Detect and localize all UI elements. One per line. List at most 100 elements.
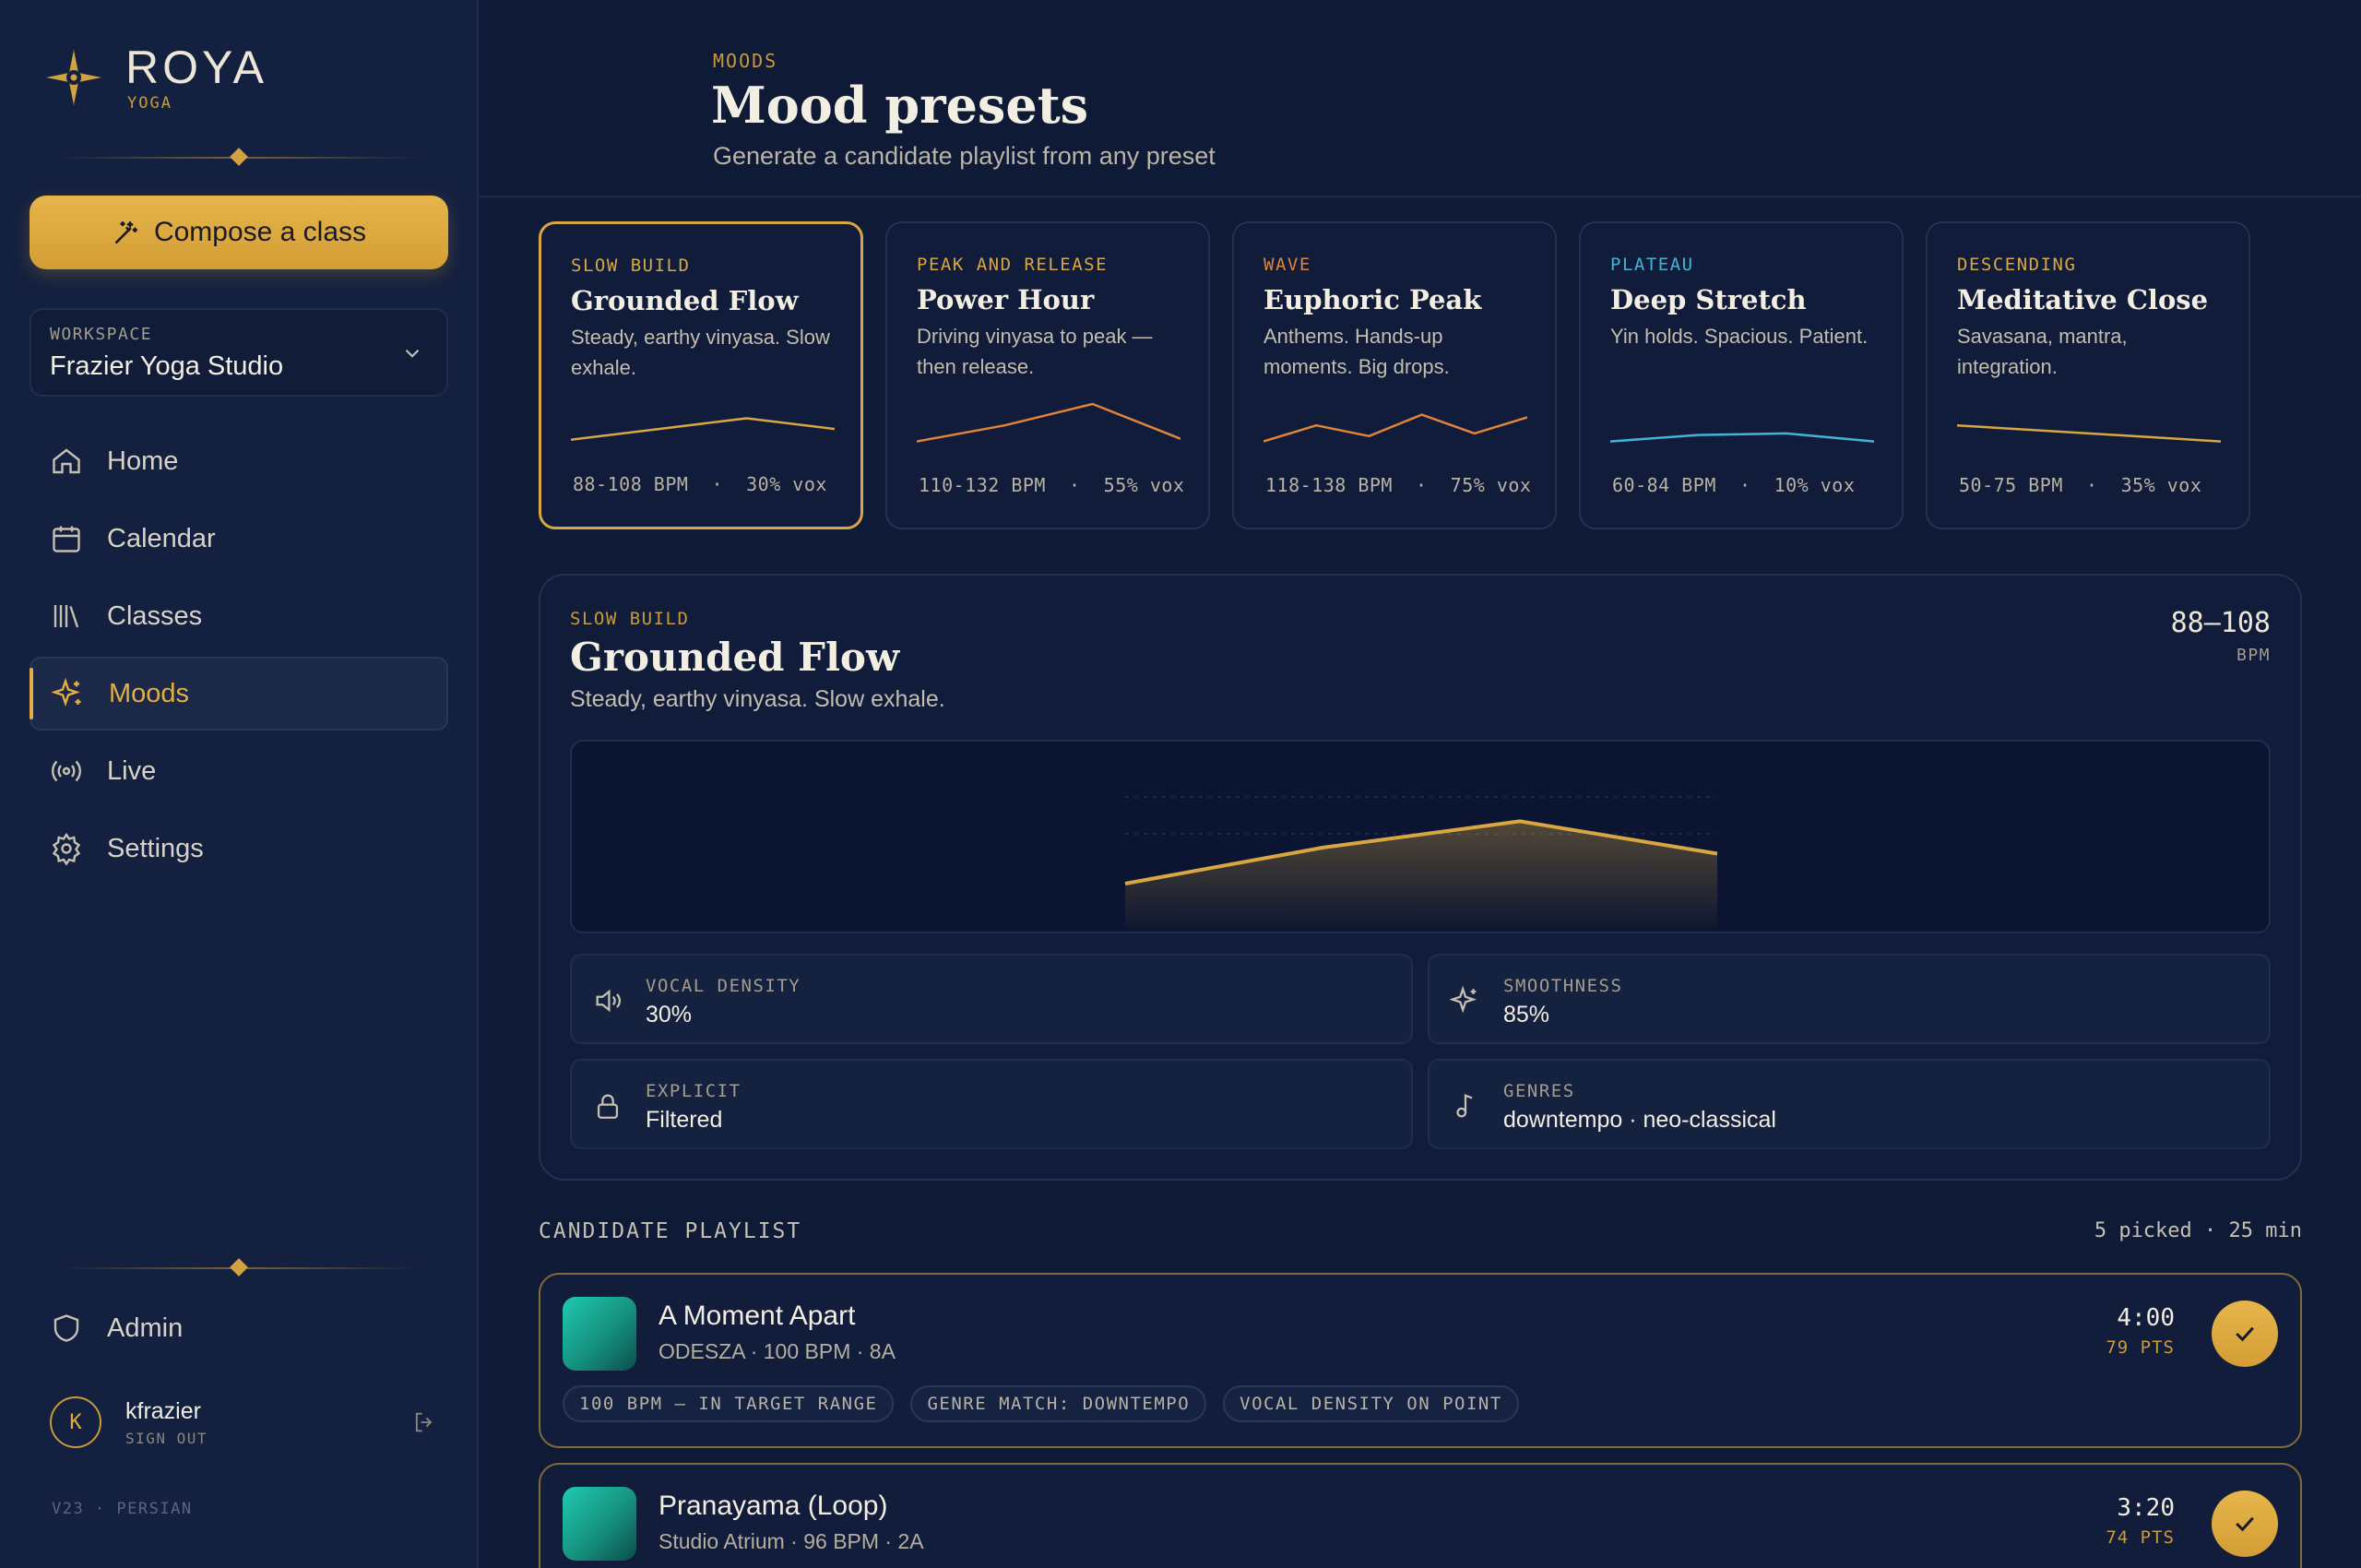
- preset-card-euphoric-peak[interactable]: WAVE Euphoric Peak Anthems. Hands-up mom…: [1232, 221, 1557, 529]
- version-label: V23 · PERSIAN: [52, 1500, 193, 1518]
- nav-label: Calendar: [107, 523, 216, 553]
- preset-vox: 10% vox: [1774, 474, 1856, 496]
- preset-sparkline: [1957, 423, 2221, 443]
- detail-name: Grounded Flow: [570, 635, 900, 680]
- preset-name: Euphoric Peak: [1264, 284, 1482, 315]
- stat-value: 30%: [646, 1002, 693, 1028]
- track-row[interactable]: A Moment Apart ODESZA · 100 BPM · 8A 4:0…: [539, 1273, 2302, 1448]
- preset-meta: 110-132 BPM · 55% vox: [919, 474, 1185, 496]
- sparkline-path: [571, 417, 835, 441]
- sparkline-path: [1264, 413, 1527, 443]
- preset-desc: Driving vinyasa to peak — then release.: [917, 325, 1153, 378]
- stat-label: EXPLICIT: [646, 1081, 742, 1101]
- logout-icon[interactable]: [411, 1409, 437, 1435]
- nav-item-calendar[interactable]: Calendar: [30, 502, 448, 576]
- nav-item-admin[interactable]: Admin: [50, 1312, 183, 1345]
- preset-name: Grounded Flow: [571, 285, 799, 316]
- preset-card-power-hour[interactable]: PEAK AND RELEASE Power Hour Driving viny…: [885, 221, 1210, 529]
- brand-name: ROYA: [125, 42, 267, 93]
- stat-label: VOCAL DENSITY: [646, 976, 801, 996]
- page-subtitle: Generate a candidate playlist from any p…: [713, 142, 1216, 170]
- preset-sparkline: [1610, 432, 1874, 443]
- compose-class-button[interactable]: Compose a class: [30, 196, 448, 269]
- track-picked-toggle[interactable]: [2212, 1301, 2278, 1367]
- sidebar: ROYA YOGA Compose a class WORKSPACE Fraz…: [0, 0, 479, 1568]
- stat-value: downtempo · neo-classical: [1503, 1107, 1776, 1133]
- preset-bpm: 88-108 BPM: [573, 473, 689, 495]
- preset-bpm: 60-84 BPM: [1612, 474, 1716, 496]
- candidate-heading: CANDIDATE PLAYLIST: [539, 1219, 802, 1243]
- preset-meta: 50-75 BPM · 35% vox: [1959, 474, 2202, 496]
- preset-tag: PEAK AND RELEASE: [917, 255, 1109, 275]
- sparkle-icon: [1450, 985, 1477, 1014]
- check-icon: [2236, 1326, 2254, 1342]
- speaker-icon: [596, 989, 621, 1013]
- check-icon: [2236, 1516, 2254, 1532]
- sparkline-path: [917, 402, 1180, 443]
- user-profile: K kfrazier SIGN OUT: [50, 1396, 437, 1452]
- preset-sparkline: [917, 402, 1180, 443]
- preset-bpm: 50-75 BPM: [1959, 474, 2063, 496]
- track-picked-toggle[interactable]: [2212, 1491, 2278, 1557]
- track-duration: 3:20: [2117, 1494, 2175, 1522]
- nav-label: Home: [107, 445, 179, 476]
- chevron-down-icon: [405, 349, 420, 358]
- album-art: [563, 1297, 636, 1371]
- preset-name: Meditative Close: [1957, 284, 2209, 315]
- preset-vox: 30% vox: [746, 473, 827, 495]
- detail-bpm: 88–108: [2170, 607, 2271, 639]
- nav-item-live[interactable]: Live: [30, 734, 448, 808]
- track-row[interactable]: Pranayama (Loop) Studio Atrium · 96 BPM …: [539, 1463, 2302, 1568]
- brand-sub: YOGA: [127, 94, 172, 113]
- workspace-selector[interactable]: WORKSPACE Frazier Yoga Studio: [30, 308, 448, 397]
- magic-wand-icon: [114, 221, 137, 244]
- track-title: Pranayama (Loop): [658, 1491, 888, 1521]
- preset-card-grounded-flow[interactable]: SLOW BUILD Grounded Flow Steady, earthy …: [539, 221, 863, 529]
- logo[interactable]: ROYA YOGA: [44, 41, 321, 114]
- track-duration: 4:00: [2117, 1304, 2175, 1332]
- lock-icon: [597, 1094, 619, 1119]
- detail-tag: SLOW BUILD: [570, 609, 690, 629]
- nav-item-classes[interactable]: Classes: [30, 579, 448, 653]
- preset-card-meditative-close[interactable]: DESCENDING Meditative Close Savasana, ma…: [1926, 221, 2250, 529]
- candidate-summary: 5 picked · 25 min: [2094, 1219, 2302, 1242]
- preset-vox: 35% vox: [2120, 474, 2202, 496]
- nav-item-moods[interactable]: Moods: [30, 657, 448, 731]
- nav-item-settings[interactable]: Settings: [30, 812, 448, 885]
- match-chip: GENRE MATCH: DOWNTEMPO: [910, 1385, 1207, 1422]
- stat-value: Filtered: [646, 1107, 723, 1133]
- preset-tag: WAVE: [1264, 255, 1311, 275]
- nav-item-home[interactable]: Home: [30, 424, 448, 498]
- stat-value: 85%: [1503, 1002, 1550, 1028]
- sign-out-link[interactable]: SIGN OUT: [125, 1430, 208, 1447]
- match-chip: 100 BPM — IN TARGET RANGE: [563, 1385, 895, 1422]
- sparkline-path: [1957, 423, 2221, 443]
- preset-bpm: 110-132 BPM: [919, 474, 1046, 496]
- preset-meta: 118-138 BPM · 75% vox: [1265, 474, 1532, 496]
- track-meta: ODESZA · 100 BPM · 8A: [658, 1339, 896, 1363]
- stat-label: SMOOTHNESS: [1503, 976, 1623, 996]
- detail-desc: Steady, earthy vinyasa. Slow exhale.: [570, 686, 945, 712]
- breadcrumb[interactable]: MOODS: [713, 50, 777, 72]
- match-chip: VOCAL DENSITY ON POINT: [1223, 1385, 1519, 1422]
- preset-vox: 55% vox: [1103, 474, 1185, 496]
- broadcast-icon: [52, 760, 81, 782]
- library-icon: [53, 605, 79, 628]
- compose-label: Compose a class: [153, 217, 367, 247]
- workspace-name: Frazier Yoga Studio: [50, 351, 284, 381]
- avatar[interactable]: K: [50, 1396, 101, 1448]
- nav-label: Live: [107, 755, 157, 786]
- sparkle-icon: [52, 677, 81, 707]
- preset-desc: Yin holds. Spacious. Patient.: [1610, 325, 1869, 348]
- track-points: 79 PTS: [2106, 1337, 2175, 1358]
- main-nav: Home Calendar Classes Moods Live Setting…: [30, 424, 448, 889]
- detail-bpm-label: BPM: [2236, 646, 2271, 665]
- preset-vox: 75% vox: [1450, 474, 1532, 496]
- track-meta: Studio Atrium · 96 BPM · 2A: [658, 1529, 924, 1553]
- preset-card-deep-stretch[interactable]: PLATEAU Deep Stretch Yin holds. Spacious…: [1579, 221, 1904, 529]
- workspace-label: WORKSPACE: [50, 325, 153, 344]
- match-chips: 100 BPM — IN TARGET RANGE GENRE MATCH: D…: [563, 1385, 1519, 1422]
- logo-star-icon: [46, 50, 101, 105]
- preset-detail-panel: SLOW BUILD Grounded Flow Steady, earthy …: [539, 574, 2302, 1181]
- stat-label: GENRES: [1503, 1081, 1575, 1101]
